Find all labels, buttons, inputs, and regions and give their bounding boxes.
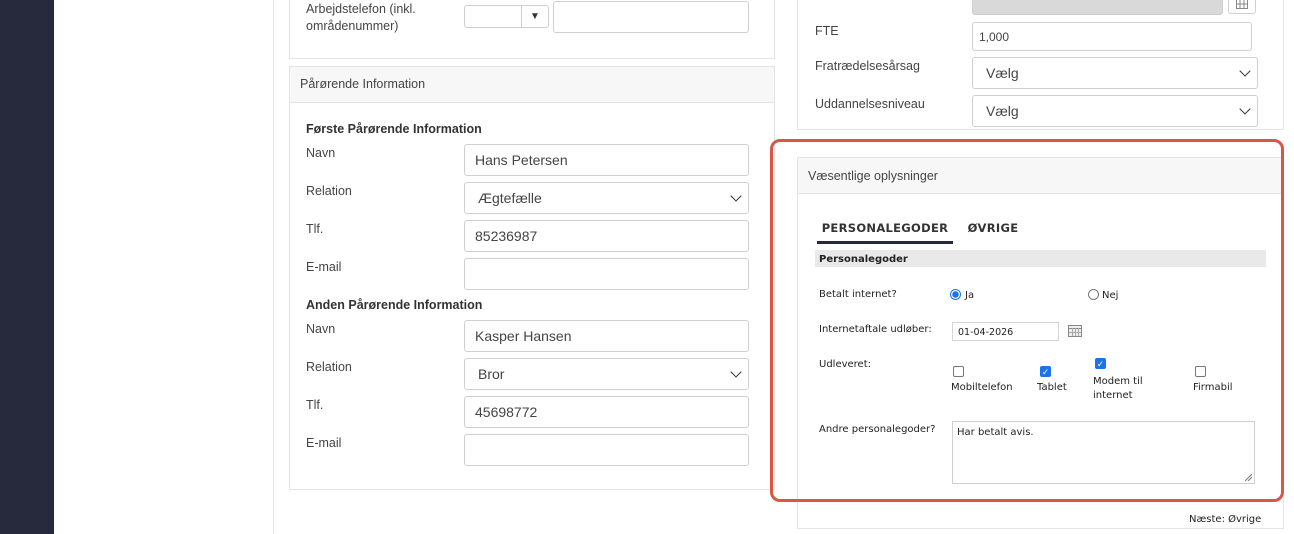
education-value: Vælg — [986, 103, 1019, 119]
first-relative-title: Første Pårørende Information — [306, 122, 482, 136]
calendar-icon — [1236, 0, 1248, 9]
first-relative-relation-value: Ægtefælle — [478, 190, 542, 206]
phone-area-code-value — [465, 6, 522, 27]
phone-label: Tlf. — [306, 222, 324, 236]
phone-label: Tlf. — [306, 398, 324, 412]
fte-label: FTE — [815, 24, 839, 38]
second-relative-relation-select[interactable]: Bror — [464, 358, 749, 390]
second-relative-phone-input[interactable]: 45698772 — [464, 396, 749, 428]
first-relative-email-input[interactable] — [464, 258, 749, 290]
fte-input[interactable]: 1,000 — [972, 22, 1252, 51]
email-label: E-mail — [306, 260, 342, 274]
work-phone-label: Arbejdstelefon (inkl. områdenummer) — [306, 2, 416, 33]
chevron-down-icon — [730, 365, 742, 378]
relation-label: Relation — [306, 360, 352, 374]
second-relative-relation-value: Bror — [478, 366, 505, 382]
second-relative-name-input[interactable]: Kasper Hansen — [464, 320, 749, 352]
chevron-down-icon — [1239, 102, 1251, 115]
first-relative-relation-select[interactable]: Ægtefælle — [464, 182, 749, 214]
left-panel — [54, 0, 274, 534]
work-phone-input[interactable] — [553, 1, 749, 33]
chevron-down-icon — [730, 189, 742, 202]
second-relative-title: Anden Pårørende Information — [306, 298, 483, 312]
first-relative-phone-input[interactable]: 85236987 — [464, 220, 749, 252]
education-select[interactable]: Vælg — [972, 95, 1258, 127]
caret-down-icon: ▼ — [530, 11, 540, 22]
disabled-field — [972, 0, 1223, 15]
phone-area-code-select[interactable]: ▼ — [464, 5, 549, 28]
relation-label: Relation — [306, 184, 352, 198]
name-label: Navn — [306, 322, 336, 336]
next-link[interactable]: Næste: Øvrige — [1189, 514, 1261, 525]
chevron-down-icon — [1239, 64, 1251, 77]
resign-reason-select[interactable]: Vælg — [972, 57, 1258, 89]
app-sidebar — [0, 0, 54, 534]
calendar-button[interactable] — [1228, 0, 1256, 14]
email-label: E-mail — [306, 436, 342, 450]
highlight-box — [770, 139, 1284, 502]
name-label: Navn — [306, 146, 336, 160]
relatives-header: Pårørende Information — [290, 67, 774, 103]
first-relative-name-input[interactable]: Hans Petersen — [464, 144, 749, 176]
second-relative-email-input[interactable] — [464, 434, 749, 466]
resign-reason-value: Vælg — [986, 65, 1019, 81]
education-label: Uddannelsesniveau — [815, 97, 925, 111]
resign-reason-label: Fratrædelsesårsag — [815, 59, 920, 73]
